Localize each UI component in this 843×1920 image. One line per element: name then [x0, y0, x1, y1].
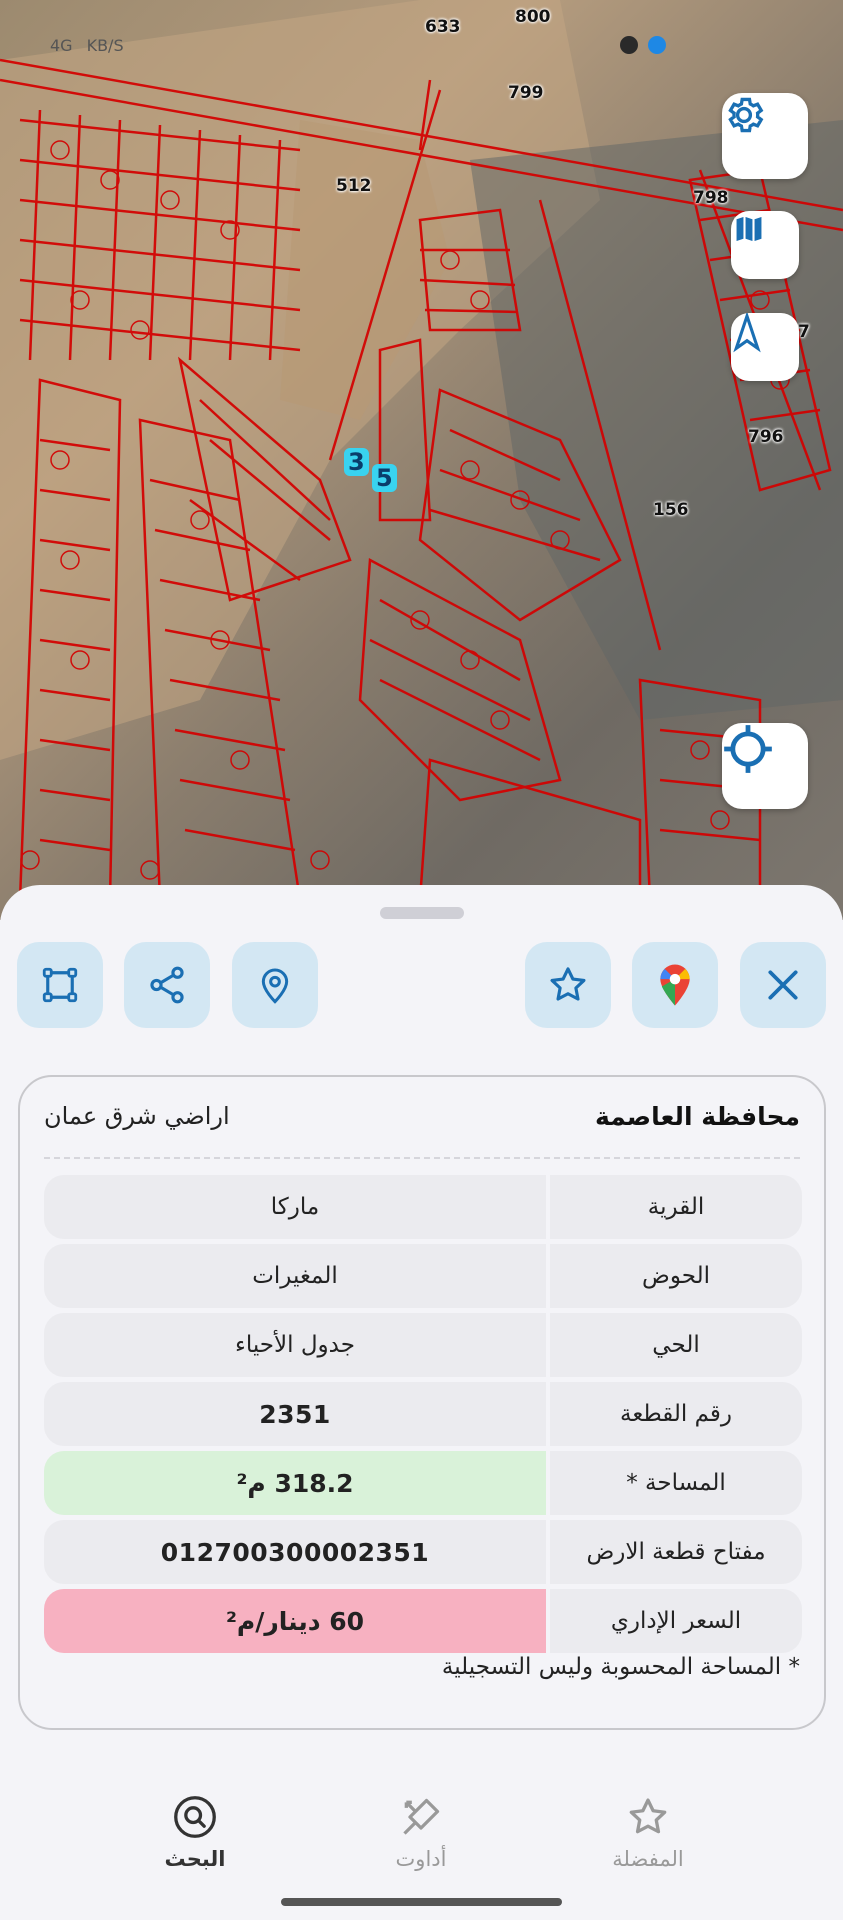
row-value: 2351 [44, 1382, 546, 1446]
parcel-overlay [0, 0, 843, 902]
table-row: السعر الإداري 60 دينار/م² [44, 1589, 802, 1653]
card-header: محافظة العاصمة اراضي شرق عمان [44, 1102, 800, 1142]
speed-indicator: KB/S [86, 36, 124, 55]
map-icon [734, 214, 764, 244]
row-value: جدول الأحياء [44, 1313, 546, 1377]
nav-tools[interactable]: أداوت [341, 1795, 501, 1895]
table-row: القرية ماركا [44, 1175, 802, 1239]
nav-label: أداوت [395, 1847, 447, 1871]
map-pin-icon [261, 968, 289, 1004]
app-icon [648, 36, 666, 54]
navigation-arrow-icon [733, 313, 761, 353]
nav-label: المفضلة [612, 1847, 684, 1871]
row-value: المغيرات [44, 1244, 546, 1308]
selected-parcel-marker[interactable]: 5 [372, 464, 397, 492]
row-value: ماركا [44, 1175, 546, 1239]
tools-icon [403, 1798, 440, 1835]
divider [44, 1157, 800, 1159]
notification-icon [620, 36, 638, 54]
nav-favorites[interactable]: المفضلة [568, 1795, 728, 1895]
share-button[interactable] [124, 942, 210, 1028]
parcel-label: 156 [653, 500, 689, 520]
table-row: الحوض المغيرات [44, 1244, 802, 1308]
parcel-label: 7 [798, 322, 810, 342]
parcel-label: 796 [748, 427, 784, 447]
network-indicator: 4G [50, 36, 73, 55]
status-bar: 4G KB/S [50, 36, 666, 55]
map-view[interactable]: 4G KB/S 633 800 799 512 798 7 796 156 3 … [0, 0, 843, 920]
parcel-details-sheet: محافظة العاصمة اراضي شرق عمان القرية مار… [0, 885, 843, 1920]
close-button[interactable] [740, 942, 826, 1028]
home-indicator[interactable] [281, 1898, 562, 1906]
parcel-label: 798 [693, 188, 729, 208]
status-icons [620, 36, 666, 54]
gear-icon [728, 97, 764, 133]
compass-button[interactable] [731, 313, 799, 381]
table-row: الحي جدول الأحياء [44, 1313, 802, 1377]
row-label: السعر الإداري [550, 1589, 802, 1653]
area-footnote: * المساحة المحسوبة وليس التسجيلية [441, 1654, 800, 1680]
row-label: الحي [550, 1313, 802, 1377]
parcel-label: 512 [336, 176, 372, 196]
polygon-draw-icon [42, 967, 78, 1003]
parcel-label: 633 [425, 17, 461, 37]
share-icon [150, 966, 184, 1004]
star-icon [629, 1798, 667, 1834]
parcel-label: 800 [515, 7, 551, 27]
close-icon [768, 970, 798, 1000]
star-icon [550, 967, 586, 1001]
crosshair-icon [724, 725, 772, 773]
selected-parcel-marker[interactable]: 3 [344, 448, 369, 476]
my-location-button[interactable] [722, 723, 808, 809]
pin-location-button[interactable] [232, 942, 318, 1028]
google-maps-icon [660, 964, 690, 1006]
favorite-button[interactable] [525, 942, 611, 1028]
price-value: 60 دينار/م² [44, 1589, 546, 1653]
governorate-title: محافظة العاصمة [594, 1102, 800, 1131]
parcel-info-card: محافظة العاصمة اراضي شرق عمان القرية مار… [18, 1075, 826, 1730]
row-label: مفتاح قطعة الارض [550, 1520, 802, 1584]
area-value: 318.2 م² [44, 1451, 546, 1515]
row-label: الحوض [550, 1244, 802, 1308]
map-layers-button[interactable] [731, 211, 799, 279]
row-value: 012700300002351 [44, 1520, 546, 1584]
measure-button[interactable] [17, 942, 103, 1028]
sheet-drag-handle[interactable] [380, 907, 464, 919]
directorate-name: اراضي شرق عمان [44, 1102, 230, 1130]
parcel-info-table: القرية ماركا الحوض المغيرات الحي جدول ال… [44, 1175, 802, 1658]
row-label: القرية [550, 1175, 802, 1239]
table-row: المساحة * 318.2 م² [44, 1451, 802, 1515]
table-row: مفتاح قطعة الارض 012700300002351 [44, 1520, 802, 1584]
search-icon [174, 1796, 216, 1838]
google-maps-button[interactable] [632, 942, 718, 1028]
table-row: رقم القطعة 2351 [44, 1382, 802, 1446]
row-label: رقم القطعة [550, 1382, 802, 1446]
row-label: المساحة * [550, 1451, 802, 1515]
settings-button[interactable] [722, 93, 808, 179]
nav-search[interactable]: البحث [115, 1795, 275, 1895]
parcel-label: 799 [508, 83, 544, 103]
nav-label: البحث [164, 1847, 226, 1871]
